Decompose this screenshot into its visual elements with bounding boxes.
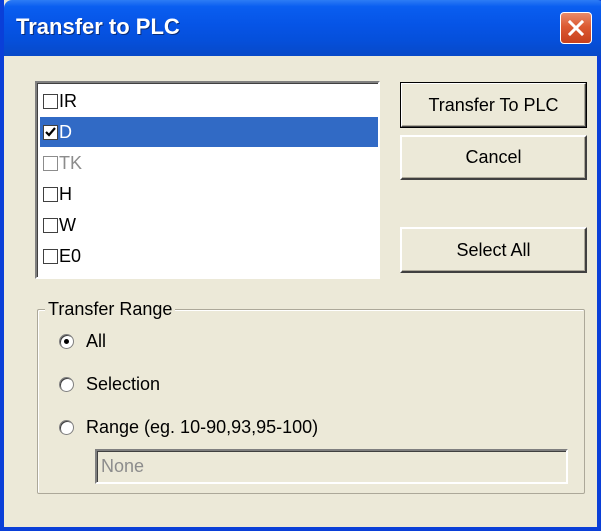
radio-label: Selection	[86, 373, 161, 394]
list-item-label: W	[59, 214, 76, 235]
checkbox-w[interactable]	[43, 217, 58, 233]
range-input: None	[95, 449, 568, 484]
checkbox-ir[interactable]	[43, 93, 58, 109]
radio-button-icon[interactable]	[59, 376, 74, 392]
checkbox-e0[interactable]	[43, 248, 58, 264]
radio-all[interactable]: All	[59, 329, 106, 353]
radio-selection[interactable]: Selection	[59, 372, 160, 396]
title-bar[interactable]: Transfer to PLC	[4, 0, 601, 56]
transfer-to-plc-button[interactable]: Transfer To PLC	[400, 82, 587, 128]
radio-label: Range (eg. 10-90,93,95-100)	[86, 416, 319, 437]
close-button[interactable]	[560, 12, 592, 44]
window-title: Transfer to PLC	[16, 14, 180, 39]
transfer-range-label: Transfer Range	[45, 299, 176, 320]
list-item-label: IR	[59, 90, 77, 111]
checkbox-d[interactable]	[43, 124, 58, 140]
select-all-button[interactable]: Select All	[400, 227, 587, 273]
radio-button-icon[interactable]	[59, 333, 74, 349]
list-item-label: E0	[59, 245, 82, 266]
radio-button-icon[interactable]	[59, 419, 74, 435]
radio-label: All	[86, 330, 107, 351]
list-item-d[interactable]: D	[40, 117, 378, 147]
checkmark-icon	[45, 126, 56, 137]
list-item-label: TK	[59, 152, 83, 173]
cancel-button[interactable]: Cancel	[400, 135, 587, 180]
checkbox-h[interactable]	[43, 186, 58, 202]
dialog-window: Transfer to PLC IR D TK H W E0 Transfer …	[0, 0, 601, 531]
list-item-label: H	[59, 183, 72, 204]
checkbox-tk	[43, 155, 58, 171]
list-item-h[interactable]: H	[40, 179, 378, 209]
list-item-e0[interactable]: E0	[40, 241, 378, 271]
memory-area-list[interactable]: IR D TK H W E0	[35, 81, 380, 279]
list-item-ir[interactable]: IR	[40, 86, 378, 116]
list-item-w[interactable]: W	[40, 210, 378, 240]
list-item-label: D	[59, 121, 72, 142]
radio-range[interactable]: Range (eg. 10-90,93,95-100)	[59, 415, 318, 439]
close-icon	[567, 19, 585, 37]
list-item-tk: TK	[40, 148, 378, 178]
